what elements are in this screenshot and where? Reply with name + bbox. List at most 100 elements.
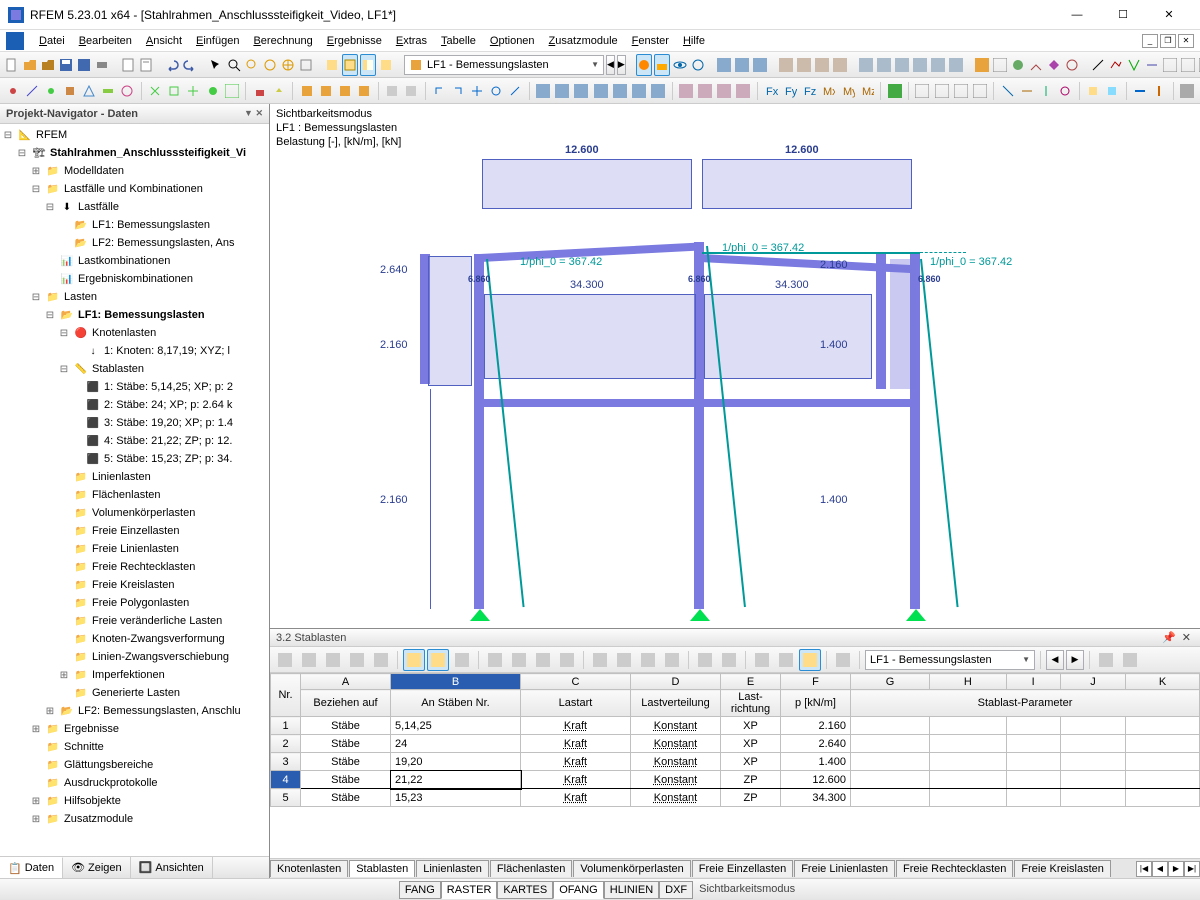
bp-tb-6[interactable] [403,649,425,671]
status-raster[interactable]: RASTER [441,881,498,899]
tree-linienlasten[interactable]: 📁Linienlasten [0,468,269,486]
tb2-44[interactable] [914,80,931,102]
tree-modelldaten[interactable]: ⊞📁Modelldaten [0,162,269,180]
tree-lf2-loads[interactable]: ⊞📂LF2: Bemessungslasten, Anschlu [0,702,269,720]
nav-tab-ansichten[interactable]: 🔲Ansichten [131,857,213,878]
bp-tab-stablasten[interactable]: Stablasten [349,860,415,877]
bp-tb-2[interactable] [298,649,320,671]
tb2-22[interactable] [449,80,466,102]
menu-extras[interactable]: Extras [389,33,434,49]
col-a[interactable]: A [301,674,391,690]
table-row[interactable]: 5Stäbe15,23KraftKonstantZP34.300 [271,789,1200,807]
bp-tab-freie-linienlasten[interactable]: Freie Linienlasten [794,860,895,877]
tb-e6[interactable] [1180,54,1196,76]
tb-d2[interactable] [992,54,1008,76]
menu-datei[interactable]: Datei [32,33,72,49]
bp-tb-15[interactable] [637,649,659,671]
tab-nav-prev[interactable]: ◀ [1152,861,1168,877]
tb-b4[interactable] [832,54,848,76]
toggle-table-button[interactable] [342,54,358,76]
tree-schnitte[interactable]: 📁Schnitte [0,738,269,756]
menu-hilfe[interactable]: Hilfe [676,33,712,49]
tb2-52[interactable] [1084,80,1101,102]
th-nr[interactable]: Nr. [271,674,301,717]
bp-tb-end1[interactable] [1095,649,1117,671]
tb2-8[interactable] [147,80,164,102]
tree-knoten-1[interactable]: ↓1: Knoten: 8,17,19; XYZ; l [0,342,269,360]
show-loads-button[interactable] [636,54,652,76]
rotate-button[interactable] [690,54,706,76]
tree-stab-3[interactable]: ⬛3: Stäbe: 19,20; XP; p: 1.4 [0,414,269,432]
menu-zusatzmodule[interactable]: Zusatzmodule [542,33,625,49]
tb-a1[interactable] [716,54,732,76]
menu-bearbeiten[interactable]: Bearbeiten [72,33,139,49]
tb2-53[interactable] [1104,80,1121,102]
tb2-6[interactable] [100,80,117,102]
tree-linien-zwangs[interactable]: 📁Linien-Zwangsverschiebung [0,648,269,666]
tree-lasten[interactable]: ⊟📁Lasten [0,288,269,306]
rect-button[interactable] [1126,54,1142,76]
tb2-21[interactable] [430,80,447,102]
tree-ergebnisse[interactable]: ⊞📁Ergebnisse [0,720,269,738]
table-row[interactable]: 1Stäbe5,14,25KraftKonstantXP2.160 [271,717,1200,735]
tb2-31[interactable] [630,80,647,102]
tree-zusatzmodule[interactable]: ⊞📁Zusatzmodule [0,810,269,828]
save-button[interactable] [58,54,74,76]
tb-c1[interactable] [858,54,874,76]
tree-stablasten[interactable]: ⊟📏Stablasten [0,360,269,378]
tb2-34[interactable] [696,80,713,102]
loadcase-prev-button[interactable]: ◀ [606,55,615,75]
tb2-28[interactable] [573,80,590,102]
tree-imperfektionen[interactable]: ⊞📁Imperfektionen [0,666,269,684]
bp-tb-7[interactable] [427,649,449,671]
tree-freie-polygon[interactable]: 📁Freie Polygonlasten [0,594,269,612]
col-e[interactable]: E [721,674,781,690]
bp-tb-18[interactable] [718,649,740,671]
bp-tb-22[interactable] [832,649,854,671]
tree-glaettung[interactable]: 📁Glättungsbereiche [0,756,269,774]
undo-button[interactable] [164,54,180,76]
menu-ansicht[interactable]: Ansicht [139,33,189,49]
bp-tb-end2[interactable] [1119,649,1141,671]
line-button[interactable] [1090,54,1106,76]
tb2-15[interactable] [298,80,315,102]
status-hlinien[interactable]: HLINIEN [604,881,659,899]
bp-tb-8[interactable] [451,649,473,671]
tb2-2[interactable] [23,80,40,102]
tree-freie-kreis[interactable]: 📁Freie Kreislasten [0,576,269,594]
tree-ergebniskomb[interactable]: 📊Ergebniskombinationen [0,270,269,288]
bp-tb-1[interactable] [274,649,296,671]
col-h[interactable]: H [930,674,1006,690]
tb-b3[interactable] [814,54,830,76]
tb-d6[interactable] [1064,54,1080,76]
menu-optionen[interactable]: Optionen [483,33,542,49]
polyline-button[interactable] [1108,54,1124,76]
mdi-restore[interactable]: ❐ [1160,34,1176,48]
bp-tab-volumenkörperlasten[interactable]: Volumenkörperlasten [573,860,690,877]
table-row[interactable]: 3Stäbe19,20KraftKonstantXP1.400 [271,753,1200,771]
bp-tb-13[interactable] [589,649,611,671]
tb2-1[interactable] [4,80,21,102]
bottom-panel-pin[interactable]: 📌 [1159,631,1179,644]
tree-generierte[interactable]: 📁Generierte Lasten [0,684,269,702]
tree-knotenlasten[interactable]: ⊟🔴Knotenlasten [0,324,269,342]
tree-freie-linien[interactable]: 📁Freie Linienlasten [0,540,269,558]
bp-tab-freie-einzellasten[interactable]: Freie Einzellasten [692,860,793,877]
status-fang[interactable]: FANG [399,881,441,899]
tree-freie-veraenderlich[interactable]: 📁Freie veränderliche Lasten [0,612,269,630]
tb2-27[interactable] [554,80,571,102]
tb2-39[interactable]: Fz [801,80,818,102]
table-row[interactable]: 2Stäbe24KraftKonstantXP2.640 [271,735,1200,753]
col-k[interactable]: K [1126,674,1200,690]
save-all-button[interactable] [76,54,92,76]
tb2-3[interactable] [42,80,59,102]
tree-project[interactable]: ⊟🏗Stahlrahmen_Anschlusssteifigkeit_Vi [0,144,269,162]
tb2-16[interactable] [317,80,334,102]
tb2-40[interactable]: Mx [820,80,837,102]
tb-a2[interactable] [734,54,750,76]
print-button[interactable] [94,54,110,76]
col-i[interactable]: I [1006,674,1060,690]
show-results-button[interactable] [654,54,670,76]
status-dxf[interactable]: DXF [659,881,693,899]
bp-tb-10[interactable] [508,649,530,671]
